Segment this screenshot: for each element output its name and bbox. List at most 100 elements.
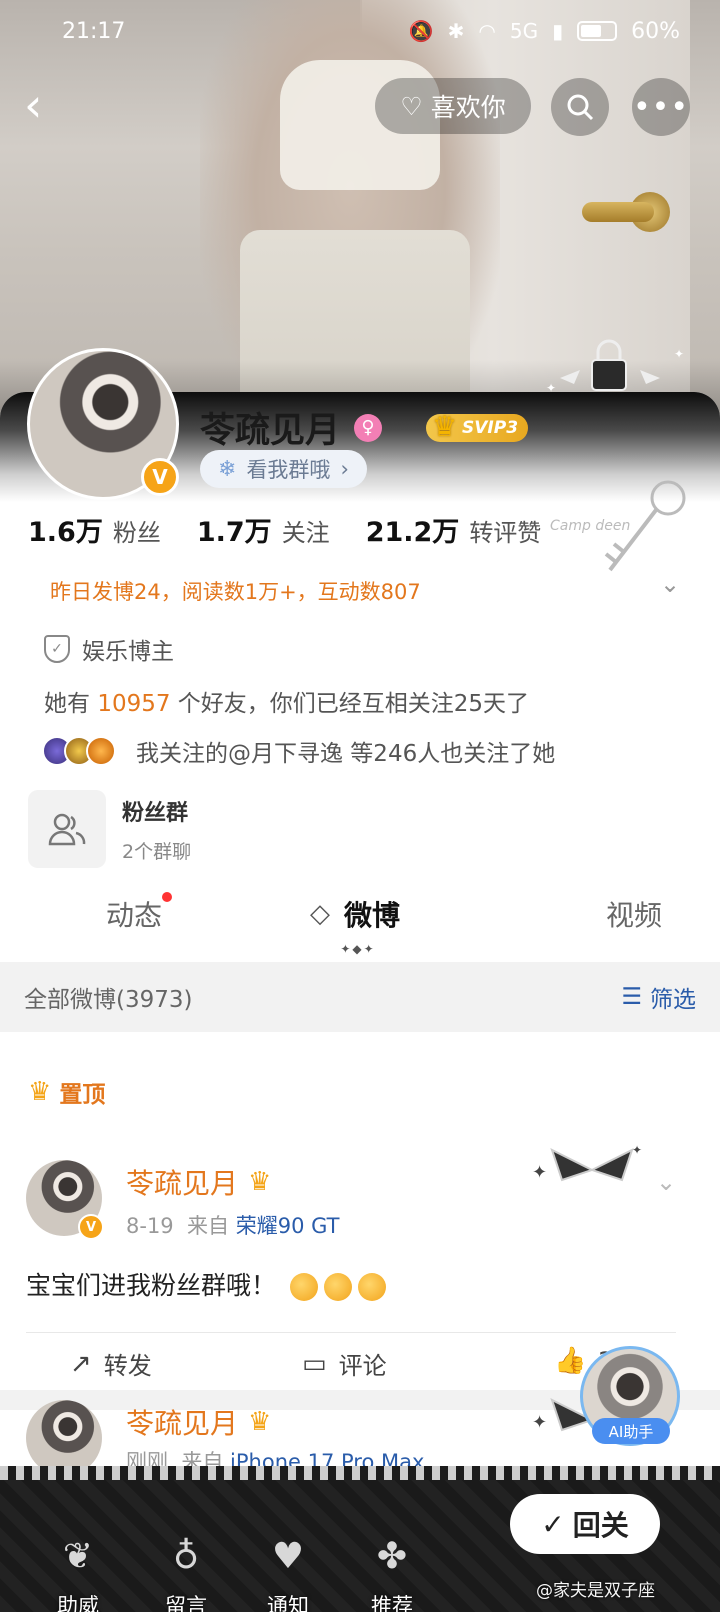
top-action-bar: ‹ ♡ 喜欢你 ••• xyxy=(0,76,720,136)
fan-group-subtitle: 2个群聊 xyxy=(122,840,192,863)
chevron-right-icon: › xyxy=(340,457,349,481)
name-row: 苓疏见月 ♀ SVIP3 xyxy=(200,402,529,453)
post-author[interactable]: 苓疏见月 ♛ xyxy=(126,1162,271,1202)
status-time: 21:17 xyxy=(62,18,126,44)
status-bar: 21:17 🔕 ✱ ◠ 5G ▮ 60% xyxy=(0,0,720,62)
fan-group-entry[interactable]: 粉丝群 2个群聊 xyxy=(28,790,191,868)
post-avatar[interactable] xyxy=(26,1400,102,1476)
message-button[interactable]: ♁ 留言 xyxy=(136,1536,236,1612)
signal-icon: ▮ xyxy=(552,19,564,43)
group-prompt-label: 看我群哦 xyxy=(246,458,331,482)
svg-text:✦: ✦ xyxy=(532,1412,547,1433)
friends-info: 她有 10957 个好友，你们已经互相关注25天了 xyxy=(44,691,530,717)
message-icon: ♁ xyxy=(172,1536,200,1577)
mutual-follow-row[interactable]: 我关注的@月下寻逸 等246人也关注了她 xyxy=(42,734,555,768)
filter-icon: ☰ xyxy=(621,984,642,1010)
followers-label: 粉丝 xyxy=(112,519,161,547)
group-users-icon xyxy=(28,790,106,868)
bluetooth-icon: ✱ xyxy=(447,19,465,43)
tab-active-indicator: ✦◆✦ xyxy=(340,942,376,956)
interactions-label: 转评赞 xyxy=(469,519,542,547)
category-row: ✓ 娱乐博主 xyxy=(44,632,174,666)
heart-hand-icon: ♡ xyxy=(400,91,423,121)
recommend-button[interactable]: ✤ 推荐 xyxy=(342,1536,442,1612)
interactions-count: 21.2万 xyxy=(365,517,460,548)
stat-followers[interactable]: 1.6万 粉丝 xyxy=(28,510,161,549)
crown-icon: ♛ xyxy=(248,1407,272,1437)
mini-avatar xyxy=(86,736,116,766)
cheer-icon: ❦ xyxy=(62,1536,94,1577)
svg-text:✦: ✦ xyxy=(632,1143,642,1157)
watermark: @家夫是双子座 xyxy=(536,1581,655,1601)
thumbs-up-icon: 👍 xyxy=(554,1346,587,1376)
verified-badge-icon: V xyxy=(78,1214,104,1240)
cheer-button[interactable]: ❦ 助威 xyxy=(28,1536,128,1612)
ai-assistant-label[interactable]: AI助手 xyxy=(592,1418,670,1444)
crown-icon: ♛ xyxy=(28,1077,52,1107)
like-you-button[interactable]: ♡ 喜欢你 xyxy=(375,78,531,134)
profile-avatar[interactable]: V xyxy=(27,348,179,500)
chevron-down-icon[interactable]: ⌄ xyxy=(656,1168,676,1196)
mutual-avatars xyxy=(42,736,116,766)
friends-count: 10957 xyxy=(97,691,171,717)
comment-button[interactable]: ▭ 评论 xyxy=(302,1346,387,1381)
svg-text:✦: ✦ xyxy=(532,1162,547,1183)
more-button[interactable]: ••• xyxy=(632,78,690,136)
emoji-icon xyxy=(357,1273,386,1301)
unread-dot xyxy=(162,892,173,902)
search-icon xyxy=(567,94,594,121)
group-prompt-button[interactable]: ❄ 看我群哦 › xyxy=(200,450,367,488)
all-weibo-count[interactable]: 全部微博(3973) xyxy=(24,980,192,1014)
post-author[interactable]: 苓疏见月 ♛ xyxy=(126,1402,271,1442)
followers-count: 1.6万 xyxy=(28,517,103,548)
profile-tabs: 动态 ◇ 微博 视频 ✦◆✦ xyxy=(0,884,720,960)
activity-summary: 昨日发博24，阅读数1万+，互动数807 xyxy=(50,580,421,604)
nickname: 苓疏见月 xyxy=(200,411,341,451)
category-label: 娱乐博主 xyxy=(82,639,174,665)
network-type: 5G xyxy=(509,19,539,43)
comment-icon: ▭ xyxy=(302,1348,327,1379)
pinned-label: ♛ 置顶 xyxy=(28,1077,106,1108)
stat-interactions[interactable]: 21.2万 转评赞 xyxy=(366,510,542,549)
svg-text:✦: ✦ xyxy=(674,347,684,361)
following-count: 1.7万 xyxy=(196,517,272,548)
tab-video[interactable]: 视频 xyxy=(606,894,662,934)
search-button[interactable] xyxy=(551,78,609,136)
post-device[interactable]: 荣耀90 GT xyxy=(236,1214,340,1238)
mute-icon: 🔕 xyxy=(408,19,434,43)
stats-row: 1.6万 粉丝 1.7万 关注 21.2万 转评赞 xyxy=(28,510,541,549)
tab-weibo[interactable]: ◇ 微博 xyxy=(310,894,400,934)
female-icon: ♀ xyxy=(354,413,383,442)
filter-button[interactable]: ☰ 筛选 xyxy=(621,980,696,1014)
emoji-icon xyxy=(323,1273,352,1301)
back-button[interactable]: ‹ xyxy=(24,80,74,132)
butterfly-decoration-icon: ✦✦ xyxy=(532,1143,642,1183)
wifi-icon: ◠ xyxy=(478,19,496,43)
back-icon: ‹ xyxy=(24,78,43,132)
tab-dynamic[interactable]: 动态 xyxy=(106,892,173,934)
stat-following[interactable]: 1.7万 关注 xyxy=(197,510,330,549)
post-meta: 8-19 来自 荣耀90 GT xyxy=(126,1214,340,1238)
crown-icon: ♛ xyxy=(248,1167,272,1197)
lock-decoration-icon: ✦✦ xyxy=(546,339,684,395)
battery-percent: 60% xyxy=(631,18,680,44)
share-icon: ↗ xyxy=(70,1348,92,1379)
more-icon: ••• xyxy=(632,89,690,125)
emoji-icon xyxy=(289,1273,318,1301)
following-label: 关注 xyxy=(281,519,330,547)
verified-badge-icon: V xyxy=(141,458,179,496)
heart-icon: ♥ xyxy=(271,1536,305,1577)
repost-button[interactable]: ↗ 转发 xyxy=(70,1346,152,1381)
svg-text:✦: ✦ xyxy=(546,381,556,395)
fan-group-title: 粉丝群 xyxy=(122,800,189,826)
clover-icon: ✤ xyxy=(376,1536,408,1577)
svip-badge[interactable]: SVIP3 xyxy=(426,410,529,443)
door-handle xyxy=(582,202,654,222)
key-decoration-icon: Camp deen xyxy=(550,480,686,572)
check-icon: ✓ xyxy=(541,1507,565,1541)
follow-back-button[interactable]: ✓ 回关 xyxy=(510,1494,660,1554)
like-you-label: 喜欢你 xyxy=(430,93,506,122)
diamond-icon: ◇ xyxy=(310,899,330,929)
snowflake-icon: ❄ xyxy=(218,456,237,482)
notify-button[interactable]: ♥ 通知 xyxy=(238,1536,338,1612)
